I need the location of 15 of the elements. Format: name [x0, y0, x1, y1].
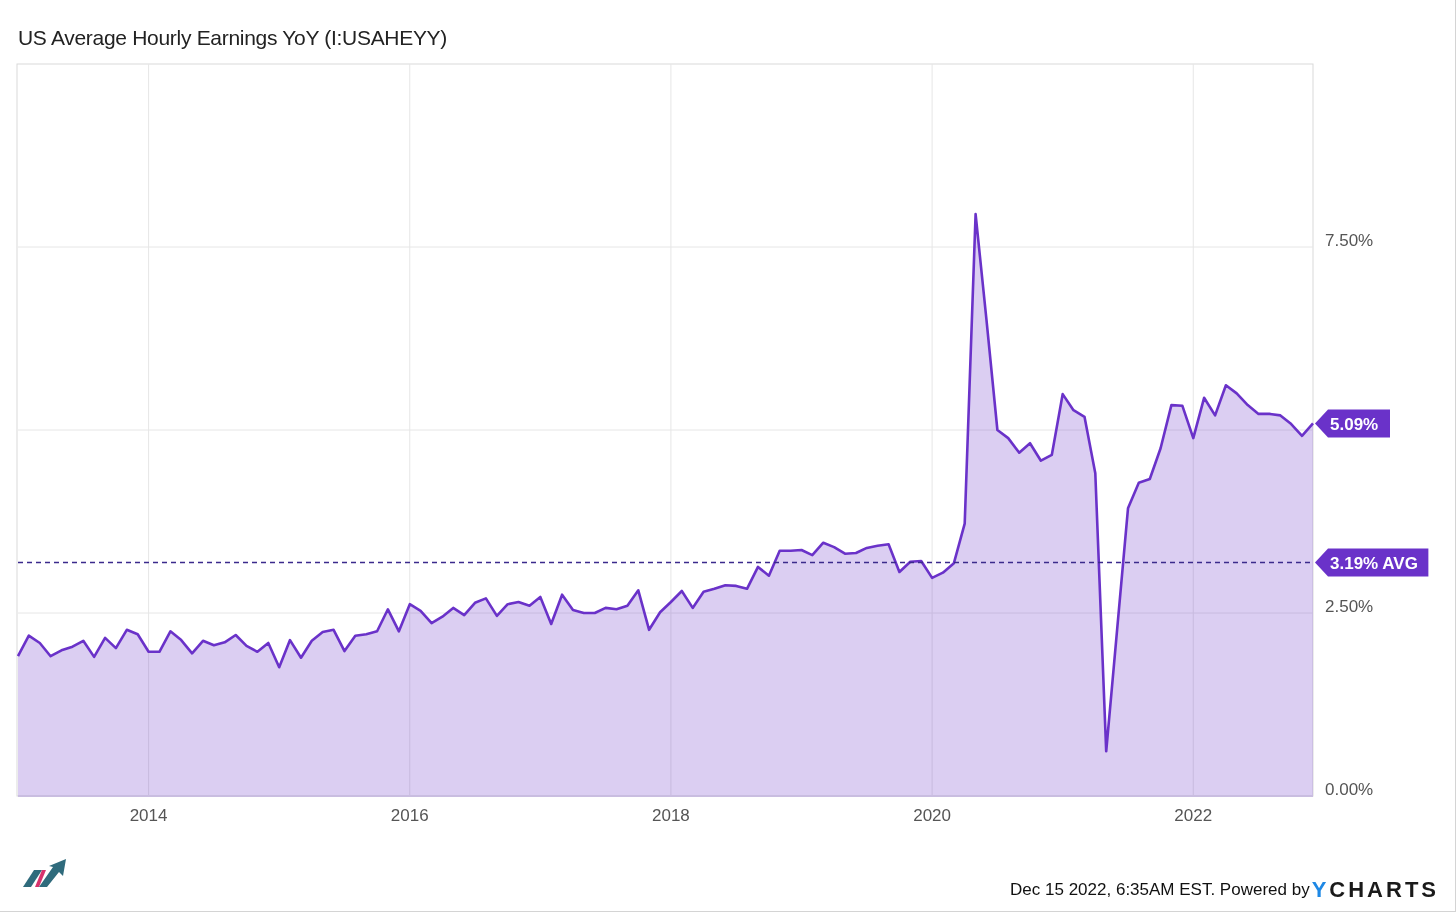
average-badge: 3.19% AVG [1315, 548, 1429, 577]
x-axis-label: 2020 [913, 806, 951, 825]
y-axis-label: 7.50% [1325, 231, 1374, 250]
annotation: 5.09% [1330, 414, 1379, 434]
brand-logo: YCHARTS [1311, 877, 1439, 903]
value-badge: 5.09% [1315, 409, 1390, 438]
x-axis-label: 2016 [390, 806, 429, 825]
x-axis-label: 2014 [129, 806, 168, 825]
y-axis-label: 2.50% [1325, 597, 1374, 616]
y-axis-label: 0.00% [1325, 780, 1374, 799]
ref-line-label: 3.19% AVG [1330, 553, 1418, 573]
x-axis-label: 2018 [652, 806, 690, 825]
timestamp-text: Dec 15 2022, 6:35AM EST. Powered by [1010, 880, 1310, 900]
chart-title: US Average Hourly Earnings YoY (I:USAHEYY) [17, 25, 448, 51]
x-axis-label: 2022 [1174, 806, 1213, 825]
